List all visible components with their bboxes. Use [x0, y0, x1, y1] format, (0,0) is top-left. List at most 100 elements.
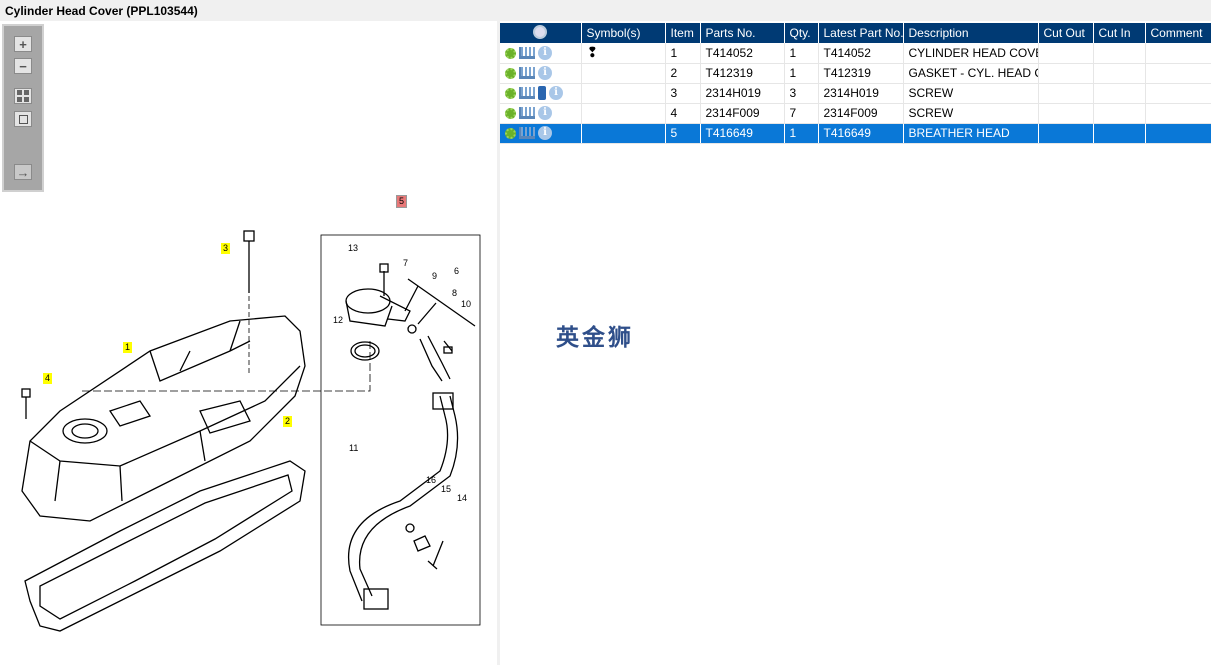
callout-11: 11: [349, 443, 359, 453]
callout-6: 6: [454, 266, 460, 276]
cart-icon[interactable]: [519, 87, 535, 100]
latest-part-no-cell: T416649: [818, 123, 904, 144]
callout-12: 12: [333, 315, 344, 325]
item-cell: 3: [665, 83, 701, 104]
table-row[interactable]: i 4 2314F009 7 2314F009 SCREW: [500, 103, 1211, 124]
col-qty[interactable]: Qty.: [784, 23, 819, 43]
symbol-cell: [581, 63, 666, 84]
comment-cell: [1145, 123, 1211, 144]
col-comment[interactable]: Comment: [1145, 23, 1211, 43]
fit-window-icon[interactable]: [14, 111, 32, 127]
cut-out-cell: [1038, 43, 1094, 64]
comment-cell: [1145, 103, 1211, 124]
cut-out-cell: [1038, 103, 1094, 124]
qty-cell: 1: [784, 63, 819, 84]
gear-icon[interactable]: [505, 47, 516, 59]
comment-cell: [1145, 63, 1211, 84]
cut-out-cell: [1038, 123, 1094, 144]
table-header: Symbol(s) Item Parts No. Qty. Latest Par…: [500, 23, 1211, 43]
row-actions: i: [500, 83, 582, 104]
row-actions: i: [500, 43, 582, 64]
gear-icon[interactable]: [505, 107, 516, 119]
gear-icon[interactable]: [505, 87, 516, 99]
comment-cell: [1145, 83, 1211, 104]
col-parts-no[interactable]: Parts No.: [700, 23, 785, 43]
parts-no-cell: T412319: [700, 63, 785, 84]
latest-part-no-cell: T412319: [818, 63, 904, 84]
table-row[interactable]: i ❢ 1 T414052 1 T414052 CYLINDER HEAD CO…: [500, 43, 1211, 64]
col-cut-out[interactable]: Cut Out: [1038, 23, 1094, 43]
cut-in-cell: [1093, 43, 1146, 64]
symbol-cell: [581, 123, 666, 144]
item-cell: 5: [665, 123, 701, 144]
col-item[interactable]: Item: [665, 23, 701, 43]
latest-part-no-cell: 2314H019: [818, 83, 904, 104]
cart-icon[interactable]: [519, 47, 535, 60]
callout-1[interactable]: 1: [123, 342, 133, 353]
symbol-cell: [581, 103, 666, 124]
zoom-in-icon[interactable]: +: [14, 36, 32, 52]
description-cell: GASKET - CYL. HEAD COVER: [903, 63, 1039, 84]
col-description[interactable]: Description: [903, 23, 1039, 43]
cart-icon[interactable]: [519, 107, 535, 120]
cart-icon[interactable]: [519, 127, 535, 140]
table-row[interactable]: i 3 2314H019 3 2314H019 SCREW: [500, 83, 1211, 104]
latest-part-no-cell: 2314F009: [818, 103, 904, 124]
callout-13: 13: [348, 243, 359, 253]
description-cell: SCREW: [903, 83, 1039, 104]
search-column-header[interactable]: [500, 23, 582, 43]
info-icon[interactable]: i: [538, 126, 552, 141]
zoom-out-icon[interactable]: −: [14, 58, 32, 74]
col-latest-part-no[interactable]: Latest Part No.: [818, 23, 904, 43]
callout-10: 10: [461, 299, 472, 309]
cart-icon[interactable]: [519, 67, 535, 80]
row-actions: i: [500, 123, 582, 144]
description-cell: BREATHER HEAD: [903, 123, 1039, 144]
info-icon[interactable]: i: [538, 106, 552, 121]
callout-7: 7: [403, 258, 409, 268]
exploded-diagram: [21, 230, 481, 632]
search-icon[interactable]: [533, 24, 548, 39]
qty-cell: 7: [784, 103, 819, 124]
cut-in-cell: [1093, 103, 1146, 124]
qty-cell: 1: [784, 123, 819, 144]
callout-2[interactable]: 2: [283, 416, 293, 427]
fit-all-icon[interactable]: [14, 88, 32, 104]
latest-part-no-cell: T414052: [818, 43, 904, 64]
callout-14: 14: [457, 493, 468, 503]
parts-table: Symbol(s) Item Parts No. Qty. Latest Par…: [500, 23, 1211, 144]
table-row[interactable]: i 5 T416649 1 T416649 BREATHER HEAD: [500, 123, 1211, 144]
diagram-panel[interactable]: 3 1 4 2 5 13 7 9 6 8 10 12 11 16 15 14: [0, 21, 497, 665]
item-cell: 1: [665, 43, 701, 64]
book-icon[interactable]: [538, 86, 546, 101]
row-actions: i: [500, 63, 582, 84]
description-cell: SCREW: [903, 103, 1039, 124]
export-icon[interactable]: →: [14, 164, 32, 180]
callout-8: 8: [452, 288, 458, 298]
cut-in-cell: [1093, 83, 1146, 104]
qty-cell: 1: [784, 43, 819, 64]
info-icon[interactable]: i: [538, 46, 552, 61]
item-cell: 2: [665, 63, 701, 84]
col-symbols[interactable]: Symbol(s): [581, 23, 666, 43]
info-icon[interactable]: i: [538, 66, 552, 81]
item-cell: 4: [665, 103, 701, 124]
callout-4[interactable]: 4: [43, 373, 53, 384]
gear-icon[interactable]: [505, 67, 516, 79]
info-icon[interactable]: i: [549, 86, 563, 101]
parts-no-cell: T416649: [700, 123, 785, 144]
cut-out-cell: [1038, 63, 1094, 84]
qty-cell: 3: [784, 83, 819, 104]
table-row[interactable]: i 2 T412319 1 T412319 GASKET - CYL. HEAD…: [500, 63, 1211, 84]
cut-out-cell: [1038, 83, 1094, 104]
comment-cell: [1145, 43, 1211, 64]
callout-3[interactable]: 3: [221, 243, 231, 254]
callout-5[interactable]: 5: [396, 195, 408, 208]
symbol-cell: ❢: [581, 43, 666, 64]
gear-icon[interactable]: [505, 127, 516, 139]
col-cut-in[interactable]: Cut In: [1093, 23, 1146, 43]
symbol-cell: [581, 83, 666, 104]
callout-16: 16: [426, 475, 437, 485]
diagram-toolbar: + − →: [2, 24, 44, 192]
parts-no-cell: 2314F009: [700, 103, 785, 124]
